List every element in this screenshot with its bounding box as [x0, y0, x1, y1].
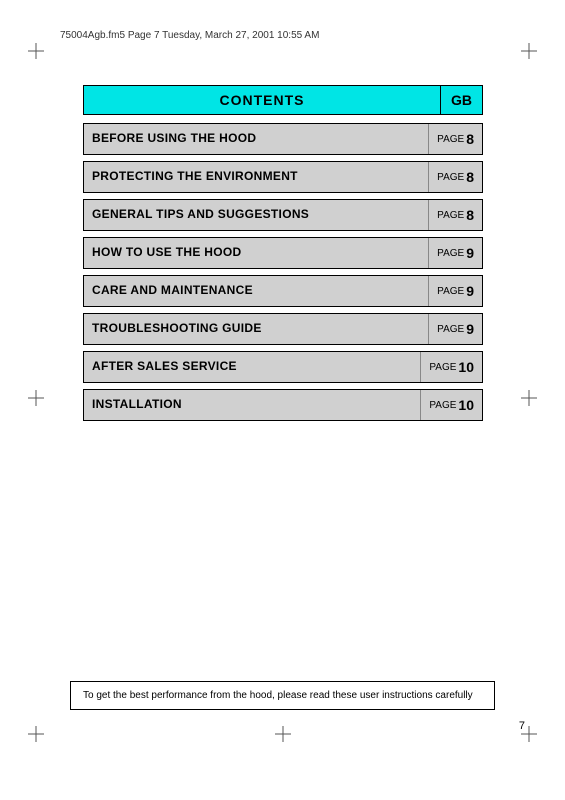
toc-page-num: 10 [458, 359, 474, 375]
file-info-text: 75004Agb.fm5 Page 7 Tuesday, March 27, 2… [60, 30, 319, 41]
bottom-note: To get the best performance from the hoo… [70, 681, 495, 710]
crosshair-bottom-mid [275, 726, 291, 742]
toc-page-word: PAGE [437, 210, 464, 221]
crosshair-mid-left [28, 390, 44, 406]
crosshair-top-left [28, 43, 44, 59]
toc-page-word: PAGE [429, 400, 456, 411]
toc-page-num: 8 [466, 207, 474, 223]
toc-page: PAGE 9 [428, 276, 482, 306]
toc-row: INSTALLATIONPAGE 10 [83, 389, 483, 421]
toc-label: BEFORE USING THE HOOD [84, 124, 428, 154]
toc-row: BEFORE USING THE HOODPAGE 8 [83, 123, 483, 155]
toc-page: PAGE 9 [428, 314, 482, 344]
toc-page-num: 8 [466, 131, 474, 147]
toc-page-word: PAGE [437, 286, 464, 297]
toc-label: INSTALLATION [84, 390, 420, 420]
toc-label: PROTECTING THE ENVIRONMENT [84, 162, 428, 192]
toc-page: PAGE 10 [420, 390, 482, 420]
toc-label: CARE AND MAINTENANCE [84, 276, 428, 306]
toc-label: HOW TO USE THE HOOD [84, 238, 428, 268]
toc-row: TROUBLESHOOTING GUIDEPAGE 9 [83, 313, 483, 345]
toc-row: PROTECTING THE ENVIRONMENTPAGE 8 [83, 161, 483, 193]
toc-row: GENERAL TIPS AND SUGGESTIONSPAGE 8 [83, 199, 483, 231]
toc-row: HOW TO USE THE HOODPAGE 9 [83, 237, 483, 269]
toc-page-word: PAGE [437, 134, 464, 145]
toc-page-word: PAGE [429, 362, 456, 373]
contents-header: CONTENTS GB [83, 85, 483, 115]
toc-page: PAGE 9 [428, 238, 482, 268]
toc-page: PAGE 8 [428, 124, 482, 154]
toc-page-num: 9 [466, 245, 474, 261]
toc-page-word: PAGE [437, 324, 464, 335]
toc-page-num: 9 [466, 321, 474, 337]
toc-content: CONTENTS GB BEFORE USING THE HOODPAGE 8P… [83, 85, 483, 427]
toc-page-word: PAGE [437, 248, 464, 259]
toc-label: AFTER SALES SERVICE [84, 352, 420, 382]
toc-page-num: 10 [458, 397, 474, 413]
toc-label: TROUBLESHOOTING GUIDE [84, 314, 428, 344]
toc-page: PAGE 8 [428, 200, 482, 230]
toc-page-num: 9 [466, 283, 474, 299]
gb-badge: GB [440, 86, 482, 114]
toc-row: AFTER SALES SERVICEPAGE 10 [83, 351, 483, 383]
toc-page: PAGE 8 [428, 162, 482, 192]
page: 75004Agb.fm5 Page 7 Tuesday, March 27, 2… [0, 0, 565, 800]
crosshair-top-right [521, 43, 537, 59]
bottom-note-text: To get the best performance from the hoo… [83, 690, 473, 701]
toc-page-num: 8 [466, 169, 474, 185]
crosshair-mid-right [521, 390, 537, 406]
toc-page-word: PAGE [437, 172, 464, 183]
file-info: 75004Agb.fm5 Page 7 Tuesday, March 27, 2… [60, 30, 319, 41]
toc-page: PAGE 10 [420, 352, 482, 382]
toc-list: BEFORE USING THE HOODPAGE 8PROTECTING TH… [83, 123, 483, 421]
toc-row: CARE AND MAINTENANCEPAGE 9 [83, 275, 483, 307]
contents-title: CONTENTS [84, 86, 440, 114]
toc-label: GENERAL TIPS AND SUGGESTIONS [84, 200, 428, 230]
crosshair-bottom-left [28, 726, 44, 742]
page-number: 7 [519, 720, 525, 732]
